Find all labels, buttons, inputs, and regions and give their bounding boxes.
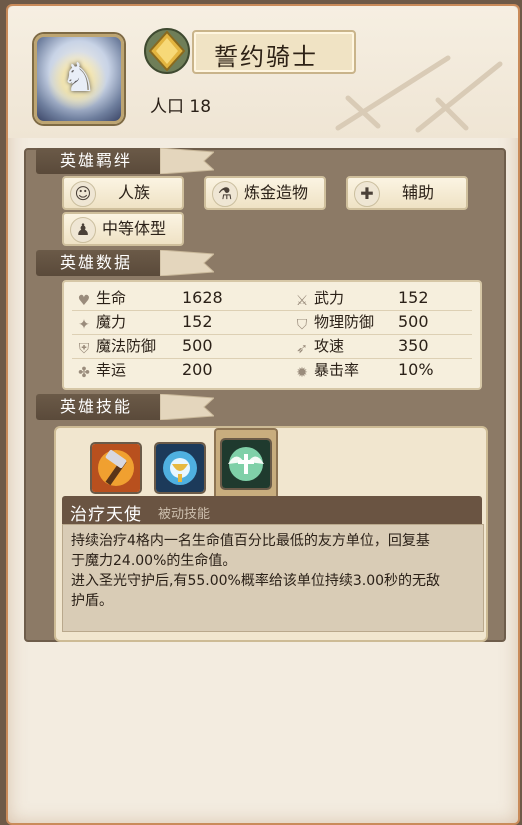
burst-icon: ✹ — [296, 365, 308, 381]
stat-hp-label: ♥ 生命 — [76, 286, 126, 310]
stats-table: ♥ 生命 1628 ⚔ 武力 152 ✦ 魔力 152 ⛉ 物理防御 500 ⛨ 魔法防御… — [62, 280, 482, 390]
skills-title: 英雄技能 — [60, 397, 133, 416]
hero-name: 誓约骑士 — [214, 43, 318, 71]
bond-tag-support[interactable]: ✚ 辅助 — [346, 176, 468, 210]
stat-armor-value: 500 — [398, 312, 429, 331]
ribbon-tail-icon — [160, 148, 214, 174]
skill-header: 治疗天使 被动技能 — [62, 496, 482, 525]
bond-tag-medium-size[interactable]: ♟ 中等体型 — [62, 212, 184, 246]
clover-icon: ✤ — [78, 365, 90, 381]
stat-aspd-value: 350 — [398, 336, 429, 355]
stat-attack-label: ⚔ 武力 — [294, 286, 344, 310]
knight-icon: ♞ — [61, 55, 97, 101]
stat-magic-label: ✦ 魔力 — [76, 310, 126, 334]
skill-holy-chalice-icon[interactable] — [154, 442, 206, 494]
skill-desc-line: 护盾。 — [71, 593, 113, 609]
skill-name: 治疗天使 — [70, 505, 142, 525]
hero-portrait: ♞ — [34, 34, 124, 124]
skill-panel: 治疗天使 被动技能 持续治疗4格内一名生命值百分比最低的友方单位，回复基 于魔力… — [54, 426, 488, 642]
sparkle-icon: ✦ — [78, 317, 90, 333]
gold-crystal-emblem-icon — [144, 28, 190, 74]
stats-row: ♥ 生命 1628 ⚔ 武力 152 — [72, 286, 472, 311]
section-ribbon-bonds: 英雄羁绊 — [36, 148, 214, 174]
sword-icon: ⚔ — [295, 293, 309, 309]
stat-name: 暴击率 — [314, 361, 360, 379]
skill-description: 持续治疗4格内一名生命值百分比最低的友方单位，回复基 于魔力24.00%的生命值… — [62, 524, 484, 632]
stats-row: ✤ 幸运 200 ✹ 暴击率 10% — [72, 358, 472, 382]
stat-attack-value: 152 — [398, 288, 429, 307]
hero-detail-window: ♞ 誓约骑士 人口 18 英雄羁绊 ☺ 人族 ⚗ 炼金造物 ✚ 辅助 ♟ 中等体… — [6, 4, 520, 825]
hero-info-panel: 英雄羁绊 ☺ 人族 ⚗ 炼金造物 ✚ 辅助 ♟ 中等体型 英雄数据 ♥ 生命 16… — [24, 148, 506, 642]
bond-label: 人族 — [117, 183, 150, 202]
stat-luck-value: 200 — [182, 360, 213, 379]
stat-luck-label: ✤ 幸运 — [76, 358, 126, 382]
section-ribbon-skills: 英雄技能 — [36, 394, 214, 420]
bonds-title: 英雄羁绊 — [60, 151, 133, 170]
skill-desc-line: 于魔力24.00%的生命值。 — [71, 553, 237, 569]
skill-desc-line: 持续治疗4格内一名生命值百分比最低的友方单位，回复基 — [71, 533, 430, 549]
ribbon-tail-icon — [160, 250, 214, 276]
speed-arrow-icon: ➶ — [296, 341, 308, 357]
stats-row: ⛨ 魔法防御 500 ➶ 攻速 350 — [72, 334, 472, 359]
skill-hammer-icon[interactable] — [90, 442, 142, 494]
stat-hp-value: 1628 — [182, 288, 223, 307]
stat-crit-value: 10% — [398, 360, 434, 379]
stat-name: 物理防御 — [314, 313, 375, 331]
bond-label: 辅助 — [401, 183, 434, 202]
skill-healing-angel-icon[interactable] — [220, 438, 272, 490]
stat-name: 生命 — [96, 289, 127, 307]
bond-label: 中等体型 — [101, 219, 166, 238]
stat-mres-label: ⛨ 魔法防御 — [76, 334, 156, 358]
bond-tag-human[interactable]: ☺ 人族 — [62, 176, 184, 210]
stats-row: ✦ 魔力 152 ⛉ 物理防御 500 — [72, 310, 472, 335]
stat-aspd-label: ➶ 攻速 — [294, 334, 344, 358]
magic-shield-icon: ⛨ — [78, 341, 90, 357]
stat-name: 魔力 — [96, 313, 127, 331]
hero-header: ♞ 誓约骑士 人口 18 — [8, 6, 518, 138]
skill-desc-line: 进入圣光守护后,有55.00%概率给该单位持续3.00秒的无敌 — [71, 573, 441, 589]
crossed-swords-watermark-icon — [335, 55, 503, 133]
stat-name: 武力 — [314, 289, 345, 307]
stats-title: 英雄数据 — [60, 253, 133, 272]
stat-mres-value: 500 — [182, 336, 213, 355]
section-ribbon-stats: 英雄数据 — [36, 250, 214, 276]
stat-armor-label: ⛉ 物理防御 — [294, 310, 374, 334]
bond-label: 炼金造物 — [243, 183, 308, 202]
stat-name: 幸运 — [96, 361, 127, 379]
heart-icon: ♥ — [77, 293, 91, 309]
hero-population: 人口 18 — [150, 97, 212, 117]
bond-tag-alchemy[interactable]: ⚗ 炼金造物 — [204, 176, 326, 210]
stat-name: 攻速 — [314, 337, 345, 355]
stat-magic-value: 152 — [182, 312, 213, 331]
stat-name: 魔法防御 — [96, 337, 157, 355]
ribbon-tail-icon — [160, 394, 214, 420]
stat-crit-label: ✹ 暴击率 — [294, 358, 359, 382]
skill-type: 被动技能 — [158, 507, 211, 522]
shield-icon: ⛉ — [296, 317, 308, 333]
